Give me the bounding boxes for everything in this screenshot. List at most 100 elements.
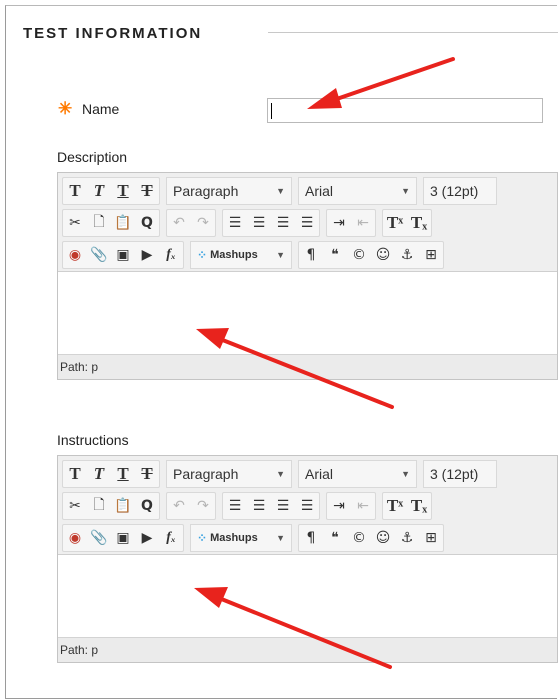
history-group: ↶ ↷ — [166, 492, 216, 520]
superscript-icon[interactable]: Tˣ — [383, 211, 407, 235]
image-icon[interactable]: ▣ — [111, 526, 135, 550]
underline-button[interactable]: T — [111, 462, 135, 486]
media-icon[interactable]: ▶ — [135, 243, 159, 267]
toolbar-row-1: T T T T Paragraph ▼ Arial ▼ 3 (12pt) — [58, 175, 557, 207]
clipboard-group: ✂ 🗋 📋 Q — [62, 492, 160, 520]
format-select-value: Paragraph — [173, 466, 239, 482]
strikethrough-button[interactable]: T — [135, 179, 159, 203]
format-select[interactable]: Paragraph ▼ — [166, 460, 292, 488]
script-group: Tˣ Tₓ — [382, 209, 432, 237]
align-group: ☰ ☰ ☰ ☰ — [222, 492, 320, 520]
instructions-editor: T T T T Paragraph ▼ Arial ▼ 3 (12pt) ✂ 🗋 📋… — [57, 455, 558, 663]
toolbar-row-1: T T T T Paragraph ▼ Arial ▼ 3 (12pt) — [58, 458, 557, 490]
paste-icon[interactable]: 📋 — [111, 494, 135, 518]
undo-icon[interactable]: ↶ — [167, 211, 191, 235]
mashups-label: Mashups — [210, 249, 258, 261]
align-right-icon[interactable]: ☰ — [271, 211, 295, 235]
formula-icon[interactable]: fₓ — [159, 526, 183, 550]
cut-icon[interactable]: ✂ — [63, 211, 87, 235]
underline-button[interactable]: T — [111, 179, 135, 203]
text-style-group: T T T T — [62, 177, 160, 205]
quote-icon[interactable]: ❝ — [323, 526, 347, 550]
mashups-select[interactable]: ⁘ Mashups ▼ — [190, 524, 292, 552]
emoticon-icon[interactable]: ☺ — [371, 526, 395, 550]
bold-button[interactable]: T — [63, 462, 87, 486]
mashups-select[interactable]: ⁘ Mashups ▼ — [190, 241, 292, 269]
quote-icon[interactable]: ❝ — [323, 243, 347, 267]
justify-icon[interactable]: ☰ — [295, 211, 319, 235]
copy-icon[interactable]: 🗋 — [87, 211, 111, 235]
record-icon[interactable]: ◉ — [63, 243, 87, 267]
attach-icon[interactable]: 📎 — [87, 243, 111, 267]
record-icon[interactable]: ◉ — [63, 526, 87, 550]
indent-icon[interactable]: ⇥ — [327, 494, 351, 518]
paragraph-icon[interactable]: ¶ — [299, 243, 323, 267]
path-bar: Path: p — [58, 354, 557, 379]
subscript-icon[interactable]: Tₓ — [407, 211, 431, 235]
format-select-value: Paragraph — [173, 183, 239, 199]
formula-icon[interactable]: fₓ — [159, 243, 183, 267]
script-group: Tˣ Tₓ — [382, 492, 432, 520]
align-center-icon[interactable]: ☰ — [247, 211, 271, 235]
superscript-icon[interactable]: Tˣ — [383, 494, 407, 518]
editor-toolbar: T T T T Paragraph ▼ Arial ▼ 3 (12pt) ✂ 🗋 📋… — [58, 173, 557, 272]
copy-icon[interactable]: 🗋 — [87, 494, 111, 518]
indent-icon[interactable]: ⇥ — [327, 211, 351, 235]
instructions-label: Instructions — [57, 432, 129, 448]
align-left-icon[interactable]: ☰ — [223, 211, 247, 235]
chevron-down-icon: ▼ — [276, 250, 285, 260]
align-center-icon[interactable]: ☰ — [247, 494, 271, 518]
chevron-down-icon: ▼ — [401, 469, 410, 479]
find-icon[interactable]: Q — [135, 494, 159, 518]
required-icon: ✳ — [58, 99, 73, 118]
align-left-icon[interactable]: ☰ — [223, 494, 247, 518]
align-group: ☰ ☰ ☰ ☰ — [222, 209, 320, 237]
indent-group: ⇥ ⇤ — [326, 492, 376, 520]
copyright-icon[interactable]: © — [347, 526, 371, 550]
size-select[interactable]: 3 (12pt) — [423, 177, 497, 205]
align-right-icon[interactable]: ☰ — [271, 494, 295, 518]
find-icon[interactable]: Q — [135, 211, 159, 235]
redo-icon[interactable]: ↷ — [191, 494, 215, 518]
anchor-icon[interactable]: ⚓ — [395, 526, 419, 550]
misc-group: ¶ ❝ © ☺ ⚓ ⊞ — [298, 241, 444, 269]
toolbar-row-2: ✂ 🗋 📋 Q ↶ ↷ ☰ ☰ ☰ ☰ ⇥ ⇤ Tˣ Tₓ — [58, 207, 557, 239]
copyright-icon[interactable]: © — [347, 243, 371, 267]
paste-icon[interactable]: 📋 — [111, 211, 135, 235]
size-select[interactable]: 3 (12pt) — [423, 460, 497, 488]
redo-icon[interactable]: ↷ — [191, 211, 215, 235]
attach-icon[interactable]: 📎 — [87, 526, 111, 550]
anchor-icon[interactable]: ⚓ — [395, 243, 419, 267]
outdent-icon[interactable]: ⇤ — [351, 494, 375, 518]
format-select[interactable]: Paragraph ▼ — [166, 177, 292, 205]
paragraph-icon[interactable]: ¶ — [299, 526, 323, 550]
toolbar-row-3: ◉ 📎 ▣ ▶ fₓ ⁘ Mashups ▼ ¶ ❝ © ☺ ⚓ ⊞ — [58, 522, 557, 554]
description-content[interactable] — [58, 272, 557, 354]
font-select[interactable]: Arial ▼ — [298, 460, 417, 488]
subscript-icon[interactable]: Tₓ — [407, 494, 431, 518]
bold-button[interactable]: T — [63, 179, 87, 203]
italic-button[interactable]: T — [87, 462, 111, 486]
chevron-down-icon: ▼ — [401, 186, 410, 196]
editor-toolbar: T T T T Paragraph ▼ Arial ▼ 3 (12pt) ✂ 🗋 📋… — [58, 456, 557, 555]
path-bar: Path: p — [58, 637, 557, 662]
italic-button[interactable]: T — [87, 179, 111, 203]
outdent-icon[interactable]: ⇤ — [351, 211, 375, 235]
font-select-value: Arial — [305, 466, 334, 482]
font-select-value: Arial — [305, 183, 334, 199]
cut-icon[interactable]: ✂ — [63, 494, 87, 518]
undo-icon[interactable]: ↶ — [167, 494, 191, 518]
media-icon[interactable]: ▶ — [135, 526, 159, 550]
table-icon[interactable]: ⊞ — [419, 243, 443, 267]
justify-icon[interactable]: ☰ — [295, 494, 319, 518]
insert-group: ◉ 📎 ▣ ▶ fₓ — [62, 524, 184, 552]
name-input[interactable] — [267, 98, 543, 123]
chevron-down-icon: ▼ — [276, 469, 285, 479]
font-select[interactable]: Arial ▼ — [298, 177, 417, 205]
strikethrough-button[interactable]: T — [135, 462, 159, 486]
emoticon-icon[interactable]: ☺ — [371, 243, 395, 267]
instructions-content[interactable] — [58, 555, 557, 637]
table-icon[interactable]: ⊞ — [419, 526, 443, 550]
insert-group: ◉ 📎 ▣ ▶ fₓ — [62, 241, 184, 269]
image-icon[interactable]: ▣ — [111, 243, 135, 267]
